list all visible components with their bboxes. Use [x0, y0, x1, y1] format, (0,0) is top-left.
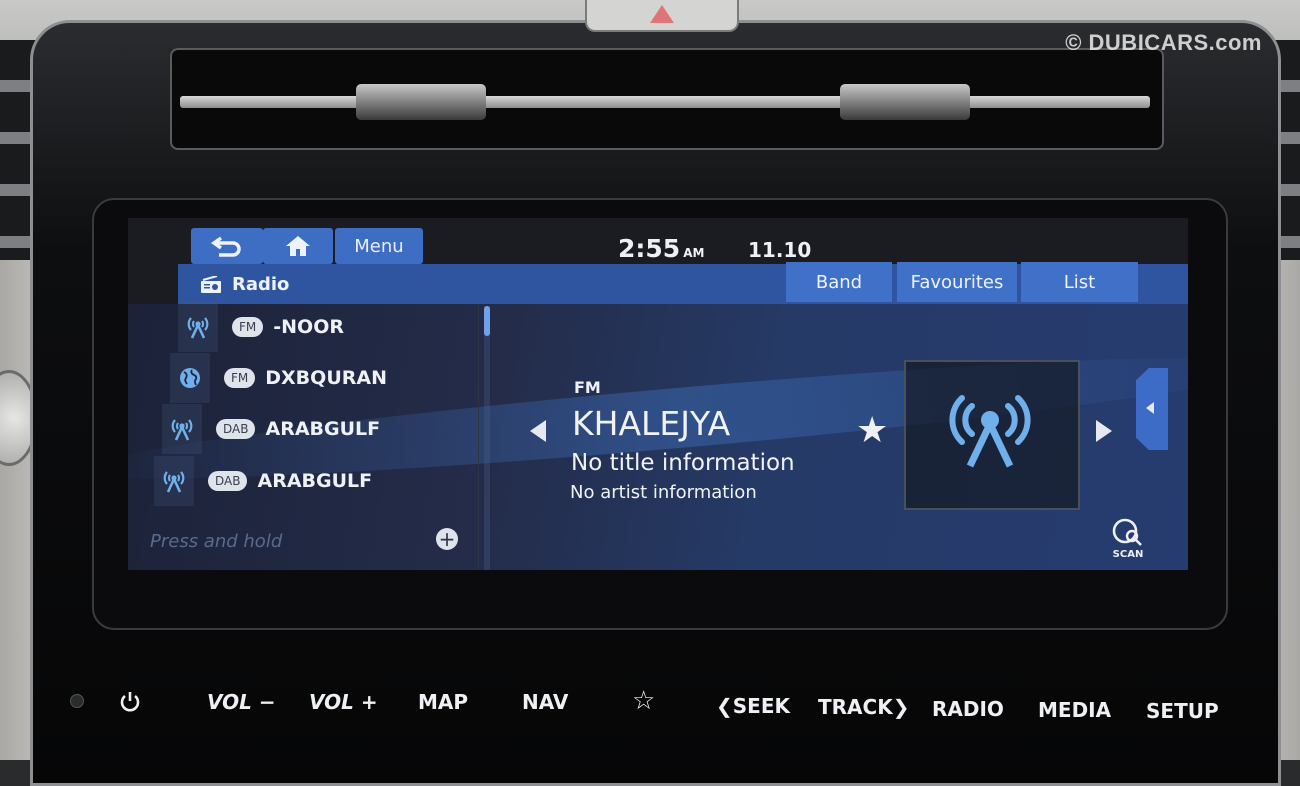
date: 11.10 [748, 238, 812, 262]
antenna-icon [178, 302, 218, 352]
hazard-button[interactable] [585, 0, 739, 32]
now-playing-artist: No artist information [570, 482, 757, 503]
vent-slat [180, 96, 1150, 108]
home-icon [286, 236, 310, 256]
nav-button[interactable]: NAV [522, 690, 568, 714]
antenna-icon [949, 395, 1031, 468]
seek-back-button[interactable]: ❮SEEK [716, 694, 790, 718]
chevron-left-icon [1146, 402, 1154, 414]
band-badge: FM [224, 368, 256, 388]
press-and-hold-hint: Press and hold [150, 531, 283, 552]
menu-button[interactable]: Menu [335, 228, 423, 264]
vent-adjust-tab-left[interactable] [356, 84, 486, 120]
infotainment-screen: Menu 2:55 AM 11.10 Radio Band Favourites … [128, 218, 1188, 570]
scan-icon [1112, 518, 1142, 546]
track-forward-button[interactable]: TRACK❯ [818, 695, 909, 719]
indicator-led [70, 694, 84, 708]
page-title: Radio [200, 274, 289, 295]
vent-adjust-tab-right[interactable] [840, 84, 970, 120]
favourite-star-button[interactable]: ★ [856, 410, 888, 451]
power-button[interactable] [118, 690, 142, 719]
station-name: ARABGULF [265, 418, 381, 440]
page-title-text: Radio [232, 274, 290, 295]
station-name: -NOOR [273, 316, 344, 338]
station-artwork [904, 360, 1080, 510]
back-button[interactable] [191, 228, 263, 264]
star-icon: ★ [856, 410, 889, 451]
next-station-button[interactable] [1096, 420, 1112, 442]
antenna-icon [154, 456, 194, 506]
globe-icon [170, 353, 210, 403]
tab-favourites[interactable]: Favourites [897, 262, 1017, 302]
setup-button[interactable]: SETUP [1146, 699, 1219, 723]
plus-icon: + [438, 527, 456, 551]
band-badge: DAB [216, 419, 256, 439]
clock: 2:55 AM [618, 234, 704, 263]
tab-band[interactable]: Band [786, 262, 892, 302]
station-name: DXBQURAN [265, 367, 387, 389]
add-favourite-button[interactable]: + [436, 528, 458, 550]
volume-up-button[interactable]: VOL + [309, 690, 378, 714]
previous-station-button[interactable] [530, 420, 546, 442]
clock-ampm: AM [683, 246, 705, 260]
star-outline-icon: ☆ [632, 686, 656, 716]
clock-time: 2:55 [618, 234, 681, 263]
volume-down-button[interactable]: VOL − [207, 690, 276, 714]
hazard-icon [650, 5, 674, 23]
now-playing-title: No title information [571, 450, 795, 476]
list-item[interactable]: FM DXBQURAN [170, 353, 387, 403]
radio-icon [201, 275, 221, 293]
map-button[interactable]: MAP [418, 690, 468, 714]
media-button[interactable]: MEDIA [1038, 698, 1111, 722]
watermark: © DUBICARS.com [1065, 30, 1262, 55]
tab-list[interactable]: List [1021, 262, 1138, 302]
back-arrow-icon [211, 236, 241, 257]
station-name: ARABGULF [257, 470, 373, 492]
list-item[interactable]: DAB ARABGULF [154, 456, 372, 506]
scan-label: SCAN [1112, 549, 1144, 560]
radio-hard-button[interactable]: RADIO [932, 697, 1004, 721]
favourite-hard-button[interactable]: ☆ [632, 686, 655, 716]
list-item[interactable]: DAB ARABGULF [162, 404, 380, 454]
band-badge: FM [232, 317, 264, 337]
now-playing-station: KHALEJYA [572, 404, 731, 443]
home-button[interactable] [263, 228, 333, 264]
scan-button[interactable]: SCAN [1110, 518, 1146, 560]
power-icon [120, 692, 140, 712]
list-item[interactable]: FM -NOOR [178, 302, 344, 352]
band-badge: DAB [208, 471, 248, 491]
antenna-icon [162, 404, 202, 454]
now-playing-band: FM [574, 378, 601, 397]
